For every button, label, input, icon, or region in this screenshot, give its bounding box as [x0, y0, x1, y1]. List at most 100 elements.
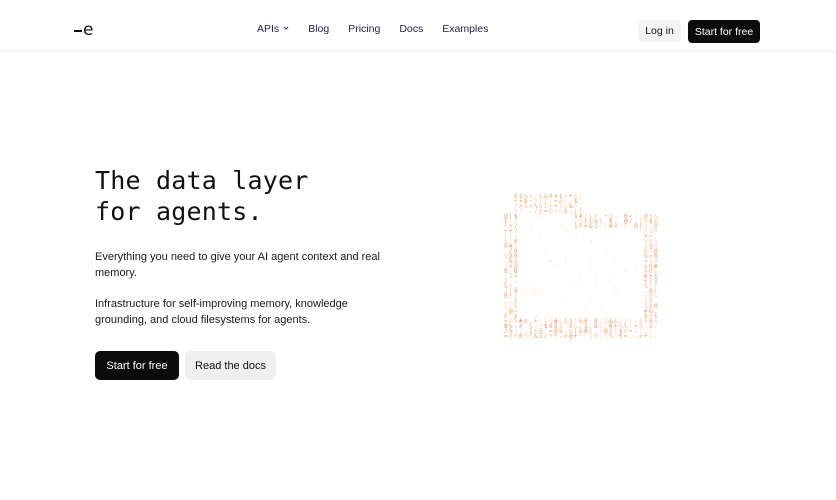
ascii-glyph: - — [634, 333, 638, 340]
hero-title-line-1: The data layer — [95, 166, 309, 195]
ascii-glyph: : — [584, 288, 588, 295]
ascii-glyph: ! — [594, 333, 598, 340]
login-button[interactable]: Log in — [638, 20, 681, 42]
ascii-glyph: | — [519, 293, 523, 300]
ascii-glyph: + — [644, 333, 648, 340]
ascii-glyph: - — [559, 283, 563, 290]
ascii-glyph: 1 — [564, 258, 568, 265]
nav-item-apis[interactable]: APIs — [257, 23, 289, 35]
ascii-glyph: / — [604, 223, 608, 230]
ascii-glyph: = — [624, 333, 628, 340]
ascii-glyph: 1 — [589, 333, 593, 340]
ascii-glyph: 8 — [539, 288, 543, 295]
nav-item-blog[interactable]: Blog — [308, 23, 329, 35]
hero-description-context: Everything you need to give your AI agen… — [95, 251, 380, 279]
ascii-glyph: : — [584, 333, 588, 340]
ascii-glyph: + — [579, 333, 583, 340]
ascii-glyph: - — [629, 223, 633, 230]
ascii-glyph: @ — [564, 298, 568, 305]
ascii-glyph: 0 — [519, 333, 523, 340]
ascii-glyph: + — [554, 233, 558, 240]
ascii-glyph: $ — [604, 333, 608, 340]
ascii-glyph: & — [589, 223, 593, 230]
read-the-docs-button[interactable]: Read the docs — [185, 351, 276, 380]
dash-e-logo-icon[interactable]: e — [74, 20, 96, 40]
ascii-glyph: # — [549, 258, 553, 265]
ascii-glyph: | — [584, 303, 588, 310]
nav-item-label: Examples — [442, 23, 489, 35]
start-for-free-button[interactable]: Start for free — [95, 351, 179, 380]
start-for-free-header-button[interactable]: Start for free — [688, 20, 760, 43]
ascii-glyph: 0 — [624, 223, 628, 230]
ascii-glyph: 1 — [649, 333, 653, 340]
ascii-glyph: @ — [634, 223, 638, 230]
ascii-glyph: & — [554, 208, 558, 215]
nav-item-label: APIs — [257, 23, 280, 35]
ascii-glyph: 1 — [519, 208, 523, 215]
ascii-glyph: 8 — [564, 228, 568, 235]
ascii-glyph: & — [539, 233, 543, 240]
ascii-glyph: @ — [549, 208, 553, 215]
ascii-glyph: 0 — [619, 333, 623, 340]
ascii-glyph: $ — [589, 263, 593, 270]
ascii-glyph: : — [619, 233, 623, 240]
ascii-glyph: = — [544, 208, 548, 215]
ascii-glyph: / — [614, 258, 618, 265]
ascii-glyph: | — [559, 298, 563, 305]
ascii-glyph: / — [519, 223, 523, 230]
ascii-glyph: ! — [524, 263, 528, 270]
ascii-glyph: # — [639, 333, 643, 340]
ascii-glyph: : — [539, 308, 543, 315]
ascii-glyph: # — [604, 248, 608, 255]
ascii-glyph: 1 — [539, 333, 543, 340]
ascii-glyph: - — [564, 268, 568, 275]
ascii-glyph: 1 — [594, 223, 598, 230]
ascii-glyph: 0 — [614, 293, 618, 300]
ascii-glyph: # — [534, 293, 538, 300]
ascii-glyph: # — [564, 333, 568, 340]
ascii-glyph: ! — [529, 333, 533, 340]
logo-letter: e — [83, 19, 94, 40]
ascii-glyph: = — [569, 278, 573, 285]
ascii-glyph: / — [594, 238, 598, 245]
nav-item-examples[interactable]: Examples — [442, 23, 488, 35]
ascii-glyph: . — [549, 248, 553, 255]
ascii-glyph: : — [599, 223, 603, 230]
ascii-glyph: | — [599, 333, 603, 340]
ascii-glyph: % — [609, 333, 613, 340]
ascii-glyph: ! — [599, 308, 603, 315]
ascii-folder-icon: 0 $% 8/& & # # $ & + &: + +8 +1! / - = & - - $:! #% #% 8 1 | +1 $ &… — [500, 190, 660, 342]
ascii-glyph: 0 — [509, 333, 513, 340]
nav-item-label: Docs — [399, 23, 424, 35]
ascii-glyph: . — [534, 223, 538, 230]
ascii-glyph: & — [579, 283, 583, 290]
ascii-glyph: ! — [549, 333, 553, 340]
main-nav: APIs Blog Pricing Docs Examples — [257, 23, 488, 35]
ascii-glyph: . — [524, 208, 528, 215]
ascii-glyph: - — [654, 333, 658, 340]
ascii-glyph: + — [574, 333, 578, 340]
ascii-glyph: - — [539, 278, 543, 285]
ascii-glyph: - — [609, 293, 613, 300]
ascii-glyph: @ — [624, 268, 628, 275]
nav-item-docs[interactable]: Docs — [399, 23, 423, 35]
ascii-glyph: + — [514, 333, 518, 340]
ascii-glyph: ! — [629, 243, 633, 250]
nav-item-label: Pricing — [348, 23, 381, 35]
ascii-glyph: | — [529, 228, 533, 235]
ascii-glyph: - — [629, 283, 633, 290]
ascii-glyph: @ — [579, 273, 583, 280]
ascii-glyph: $ — [564, 208, 568, 215]
ascii-glyph: . — [529, 208, 533, 215]
ascii-glyph: | — [639, 223, 643, 230]
ascii-glyph: ! — [519, 263, 523, 270]
ascii-glyph: 8 — [544, 333, 548, 340]
ascii-glyph: 1 — [574, 233, 578, 240]
ascii-glyph: : — [619, 223, 623, 230]
ascii-glyph: : — [614, 333, 618, 340]
nav-item-pricing[interactable]: Pricing — [348, 23, 380, 35]
site-header: e APIs Blog Pricing Docs Examples Log in… — [0, 0, 836, 52]
ascii-glyph: = — [634, 293, 638, 300]
hero-description-infrastructure: Infrastructure for self-improving memory… — [95, 298, 348, 326]
logo-dash — [74, 29, 82, 32]
